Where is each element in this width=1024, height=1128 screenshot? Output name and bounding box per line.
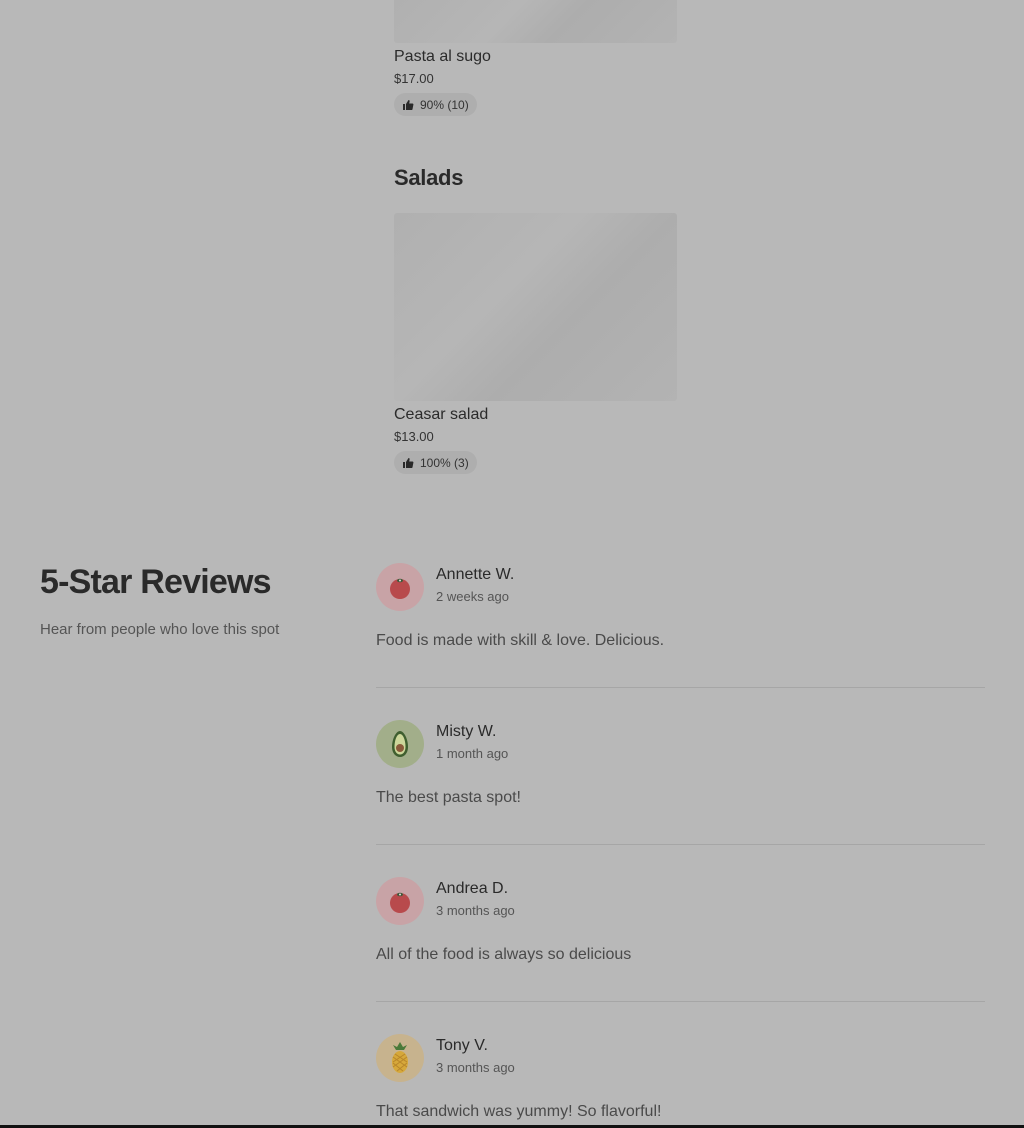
- review-item: Annette W. 2 weeks ago Food is made with…: [376, 563, 985, 651]
- menu-item-image: [394, 213, 677, 401]
- review-date: 1 month ago: [436, 746, 509, 761]
- menu-item-image: [394, 0, 677, 43]
- menu-item-card[interactable]: Ceasar salad $13.00 100% (3): [394, 213, 677, 474]
- section-heading-salads: Salads: [394, 165, 464, 190]
- menu-item-price: $17.00: [394, 71, 434, 86]
- menu-item-name: Pasta al sugo: [394, 48, 491, 65]
- menu-item-name: Ceasar salad: [394, 406, 489, 423]
- divider: [376, 844, 985, 845]
- reviewer-name: Misty W.: [436, 723, 497, 740]
- review-item: Tony V. 3 months ago That sandwich was y…: [376, 1034, 985, 1122]
- reviewer-name: Annette W.: [436, 566, 515, 583]
- rating-badge: 100% (3): [394, 451, 477, 474]
- review-text: Food is made with skill & love. Deliciou…: [376, 632, 665, 649]
- pineapple-icon: [392, 1042, 408, 1073]
- review-text: The best pasta spot!: [376, 789, 521, 806]
- review-date: 3 months ago: [436, 903, 515, 918]
- reviewer-name: Tony V.: [436, 1037, 488, 1054]
- rating-text: 90% (10): [420, 97, 469, 112]
- review-text: That sandwich was yummy! So flavorful!: [376, 1103, 662, 1120]
- review-item: Andrea D. 3 months ago All of the food i…: [376, 877, 985, 965]
- review-date: 2 weeks ago: [436, 589, 509, 604]
- avatar: [376, 1034, 424, 1082]
- menu-item-price: $13.00: [394, 429, 434, 444]
- thumbs-up-icon: [403, 457, 414, 468]
- avocado-icon: [392, 731, 408, 757]
- reviews-title: 5-Star Reviews: [40, 563, 272, 601]
- avatar: [376, 563, 424, 611]
- tomato-icon: [390, 892, 410, 913]
- avatar: [376, 877, 424, 925]
- review-item: Misty W. 1 month ago The best pasta spot…: [376, 720, 985, 808]
- rating-text: 100% (3): [420, 455, 469, 470]
- review-date: 3 months ago: [436, 1060, 515, 1075]
- avatar: [376, 720, 424, 768]
- divider: [376, 1001, 985, 1002]
- reviewer-name: Andrea D.: [436, 880, 509, 897]
- reviews-subtitle: Hear from people who love this spot: [40, 621, 280, 638]
- thumbs-up-icon: [403, 99, 414, 110]
- tomato-icon: [390, 578, 410, 599]
- rating-badge: 90% (10): [394, 93, 477, 116]
- divider: [376, 687, 985, 688]
- menu-item-card[interactable]: Pasta al sugo $17.00 90% (10): [394, 0, 677, 116]
- review-text: All of the food is always so delicious: [376, 946, 632, 963]
